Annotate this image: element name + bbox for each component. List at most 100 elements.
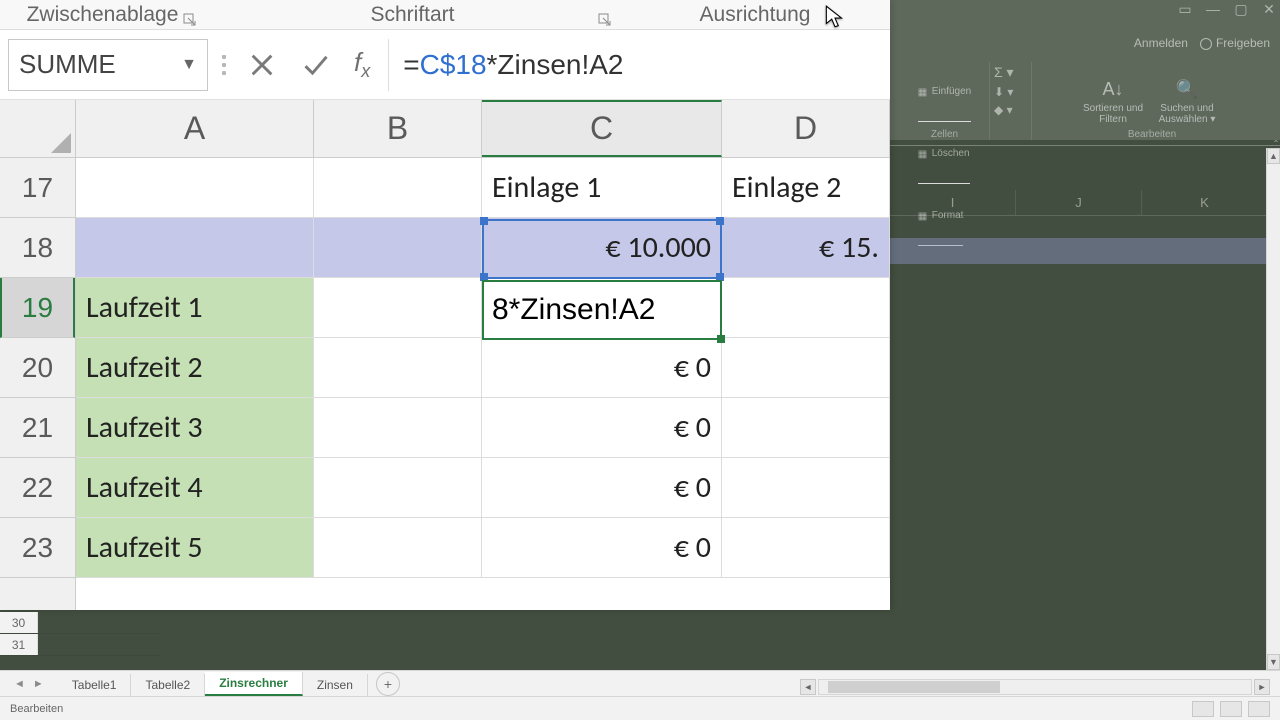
- insert-function-button[interactable]: fx: [354, 47, 370, 82]
- cell-B19[interactable]: [314, 278, 482, 337]
- clear-icon[interactable]: ◆ ▾: [994, 103, 1013, 117]
- cell-A20[interactable]: Laufzeit 2: [76, 338, 314, 397]
- vertical-scrollbar[interactable]: ▲ ▼: [1266, 148, 1280, 670]
- ribbon-group-clipboard-label: Zwischenablage: [27, 3, 179, 27]
- row-header-21[interactable]: 21: [0, 398, 75, 458]
- cell-B17[interactable]: [314, 158, 482, 217]
- close-icon[interactable]: ✕: [1262, 2, 1276, 16]
- row-header-17[interactable]: 17: [0, 158, 75, 218]
- cell-A17[interactable]: [76, 158, 314, 217]
- view-page-break-button[interactable]: [1248, 701, 1270, 717]
- row-header-18[interactable]: 18: [0, 218, 75, 278]
- insert-icon: ▦: [918, 87, 928, 97]
- tab-nav-prev-icon[interactable]: ◄: [14, 678, 25, 690]
- status-bar: Bearbeiten: [0, 696, 1280, 720]
- row-header-22[interactable]: 22: [0, 458, 75, 518]
- col-header-J[interactable]: J: [1016, 190, 1142, 215]
- insert-cells-button[interactable]: ▦Einfügen: [918, 62, 971, 122]
- status-mode: Bearbeiten: [10, 703, 63, 715]
- row-header-23[interactable]: 23: [0, 518, 75, 578]
- cell-D18[interactable]: € 15.: [722, 218, 890, 277]
- cell-B23[interactable]: [314, 518, 482, 577]
- sort-filter-icon: A↓: [1101, 77, 1125, 101]
- row-header-19[interactable]: 19: [0, 278, 75, 338]
- view-normal-button[interactable]: [1192, 701, 1214, 717]
- ribbon-group-font-label: Schriftart: [370, 3, 454, 27]
- minimize-icon[interactable]: —: [1206, 2, 1220, 16]
- scroll-up-icon[interactable]: ▲: [1267, 148, 1280, 164]
- formula-input[interactable]: =C$18*Zinsen!A2: [388, 39, 882, 91]
- magnified-panel: Zwischenablage Schriftart Ausrichtung SU…: [0, 0, 890, 610]
- ribbon-options-icon[interactable]: ▭: [1178, 2, 1192, 16]
- sheet-tab-tabelle2[interactable]: Tabelle2: [131, 674, 205, 696]
- row18-highlight-bg: [890, 238, 1268, 264]
- cell-C21[interactable]: € 0: [482, 398, 722, 457]
- clipboard-dialog-launcher-icon[interactable]: [183, 9, 197, 23]
- scroll-left-icon[interactable]: ◄: [800, 679, 816, 695]
- cancel-formula-button[interactable]: [240, 43, 284, 87]
- cell-A21[interactable]: Laufzeit 3: [76, 398, 314, 457]
- cell-A23[interactable]: Laufzeit 5: [76, 518, 314, 577]
- cell-C17[interactable]: Einlage 1: [482, 158, 722, 217]
- maximize-icon[interactable]: ▢: [1234, 2, 1248, 16]
- cell-B21[interactable]: [314, 398, 482, 457]
- col-header-A[interactable]: A: [76, 100, 314, 157]
- cell-C18[interactable]: € 10.000: [482, 218, 722, 277]
- share-icon: [1200, 38, 1212, 50]
- cell-D19[interactable]: [722, 278, 890, 337]
- cell-D22[interactable]: [722, 458, 890, 517]
- cell-D21[interactable]: [722, 398, 890, 457]
- cell-D23[interactable]: [722, 518, 890, 577]
- cell-B22[interactable]: [314, 458, 482, 517]
- background-grid: I J K: [890, 190, 1268, 668]
- cell-A18[interactable]: [76, 218, 314, 277]
- row-header-20[interactable]: 20: [0, 338, 75, 398]
- tab-nav-next-icon[interactable]: ►: [33, 678, 44, 690]
- fill-handle[interactable]: [717, 335, 725, 343]
- row-header-30[interactable]: 30: [0, 612, 38, 633]
- cell-C20[interactable]: € 0: [482, 338, 722, 397]
- cell-D17[interactable]: Einlage 2: [722, 158, 890, 217]
- cell-C23[interactable]: € 0: [482, 518, 722, 577]
- fill-icon[interactable]: ⬇ ▾: [994, 85, 1013, 99]
- col-header-K[interactable]: K: [1142, 190, 1268, 215]
- cell-D20[interactable]: [722, 338, 890, 397]
- col-header-C[interactable]: C: [482, 100, 722, 157]
- sheet-tab-tabelle1[interactable]: Tabelle1: [58, 674, 132, 696]
- cell-A22[interactable]: Laufzeit 4: [76, 458, 314, 517]
- hscroll-thumb[interactable]: [828, 681, 1001, 693]
- cell-C22[interactable]: € 0: [482, 458, 722, 517]
- font-dialog-launcher-icon[interactable]: [598, 9, 612, 23]
- horizontal-scrollbar[interactable]: ◄ ►: [800, 678, 1270, 696]
- ribbon-group-alignment-label: Ausrichtung: [700, 3, 811, 27]
- scroll-down-icon[interactable]: ▼: [1267, 654, 1280, 670]
- ribbon-group-cells-label: Zellen: [900, 129, 989, 140]
- col-header-D[interactable]: D: [722, 100, 890, 157]
- name-box[interactable]: SUMME ▼: [8, 39, 208, 91]
- share-button[interactable]: Freigeben: [1200, 36, 1270, 50]
- delete-icon: ▦: [918, 149, 928, 159]
- col-header-B[interactable]: B: [314, 100, 482, 157]
- cancel-icon: [248, 51, 276, 79]
- view-page-layout-button[interactable]: [1220, 701, 1242, 717]
- autosum-icon[interactable]: Σ ▾: [994, 64, 1014, 81]
- cell-B18[interactable]: [314, 218, 482, 277]
- scroll-right-icon[interactable]: ►: [1254, 679, 1270, 695]
- cell-A19[interactable]: Laufzeit 1: [76, 278, 314, 337]
- cell-B20[interactable]: [314, 338, 482, 397]
- search-icon: 🔍: [1175, 77, 1199, 101]
- sheet-tab-zinsen[interactable]: Zinsen: [303, 674, 368, 696]
- name-box-value: SUMME: [19, 49, 116, 80]
- name-box-dropdown-icon[interactable]: ▼: [181, 56, 197, 74]
- sign-in-link[interactable]: Anmelden: [1134, 36, 1188, 50]
- small-row-headers: 30 31: [0, 612, 160, 656]
- col-header-I[interactable]: I: [890, 190, 1016, 215]
- find-select-button[interactable]: 🔍 Suchen und Auswählen ▾: [1152, 77, 1222, 125]
- sort-filter-button[interactable]: A↓ Sortieren und Filtern: [1082, 77, 1144, 125]
- active-cell-editor[interactable]: 8*Zinsen!A2: [482, 280, 722, 340]
- select-all-button[interactable]: [0, 100, 76, 158]
- add-sheet-button[interactable]: +: [376, 672, 400, 696]
- enter-formula-button[interactable]: [294, 43, 338, 87]
- sheet-tab-zinsrechner[interactable]: Zinsrechner: [205, 672, 303, 696]
- row-header-31[interactable]: 31: [0, 634, 38, 655]
